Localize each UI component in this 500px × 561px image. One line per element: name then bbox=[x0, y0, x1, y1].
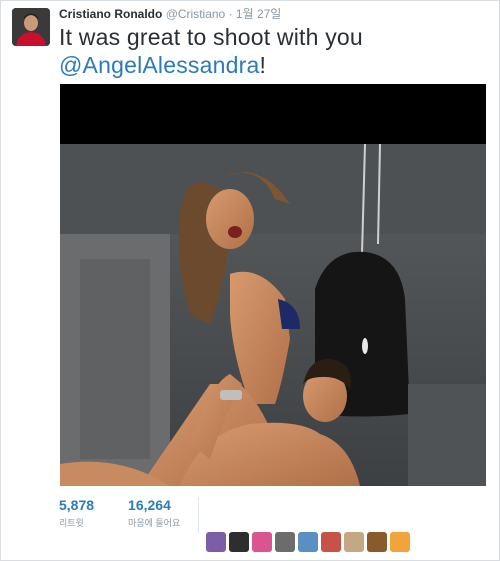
tweet-header: Cristiano Ronaldo @Cristiano · 1월 27일 bbox=[59, 7, 281, 21]
liker-avatar-7[interactable] bbox=[344, 532, 364, 552]
liker-avatar-9[interactable] bbox=[390, 532, 410, 552]
tweet-text-end: ! bbox=[259, 52, 267, 78]
tweet-stats: 5,878 리트윗 16,264 마음에 들어요 bbox=[59, 497, 194, 537]
retweets-label: 리트윗 bbox=[59, 518, 84, 528]
tweet-text-main: It was great to shoot with you bbox=[59, 24, 363, 50]
tweet-text: It was great to shoot with you @AngelAle… bbox=[59, 23, 489, 79]
liker-avatar-1[interactable] bbox=[206, 532, 226, 552]
liker-avatar-5[interactable] bbox=[298, 532, 318, 552]
liker-avatar-4[interactable] bbox=[275, 532, 295, 552]
tweet-timestamp[interactable]: · 1월 27일 bbox=[229, 7, 282, 21]
retweets-stat[interactable]: 5,878 리트윗 bbox=[59, 497, 94, 537]
likes-count[interactable]: 16,264 bbox=[128, 497, 180, 513]
liker-avatar-8[interactable] bbox=[367, 532, 387, 552]
mention-link[interactable]: @AngelAlessandra bbox=[59, 52, 259, 78]
tweet-photo[interactable] bbox=[60, 84, 486, 486]
liker-avatars bbox=[206, 532, 410, 552]
liker-avatar-3[interactable] bbox=[252, 532, 272, 552]
likes-label: 마음에 들어요 bbox=[128, 518, 181, 528]
stats-divider bbox=[198, 497, 199, 533]
author-name[interactable]: Cristiano Ronaldo bbox=[59, 7, 162, 21]
liker-avatar-2[interactable] bbox=[229, 532, 249, 552]
liker-avatar-6[interactable] bbox=[321, 532, 341, 552]
author-avatar[interactable] bbox=[12, 8, 50, 46]
tweet-time[interactable]: 1월 27일 bbox=[236, 7, 281, 21]
likes-stat[interactable]: 16,264 마음에 들어요 bbox=[128, 497, 180, 537]
tweet-card: Cristiano Ronaldo @Cristiano · 1월 27일 It… bbox=[0, 0, 500, 561]
author-handle[interactable]: @Cristiano bbox=[166, 7, 226, 21]
retweets-count[interactable]: 5,878 bbox=[59, 497, 94, 513]
